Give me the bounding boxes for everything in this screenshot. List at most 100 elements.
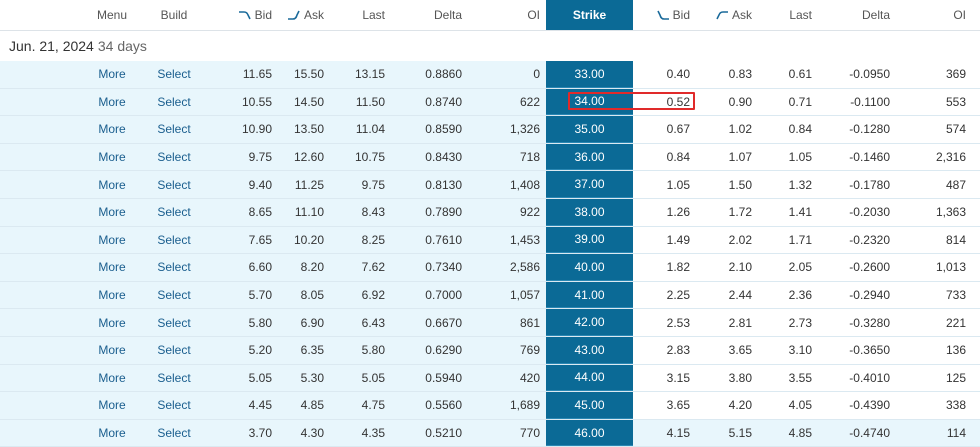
more-link[interactable]: More [90,365,134,392]
expiry-row[interactable]: Jun. 21, 2024 34 days [0,31,980,61]
select-link[interactable]: Select [152,89,196,116]
select-link[interactable]: Select [152,171,196,198]
select-link[interactable]: Select [152,309,196,336]
more-link[interactable]: More [90,420,134,447]
more-link[interactable]: More [90,309,134,336]
put-ask[interactable]: 4.20 [702,392,752,419]
put-ask[interactable]: 3.65 [702,337,752,364]
header-call-last[interactable]: Last [340,0,385,30]
put-ask[interactable]: 0.83 [702,61,752,88]
strike-price[interactable]: 33.00 [546,61,633,88]
put-ask[interactable]: 1.50 [702,171,752,198]
call-ask[interactable]: 8.05 [278,282,324,309]
put-ask[interactable]: 5.15 [702,420,752,447]
call-bid[interactable]: 8.65 [216,199,272,226]
table-row[interactable]: More Select 5.70 8.05 6.92 0.7000 1,057 41.00 2.… [0,281,980,310]
select-link[interactable]: Select [152,61,196,88]
put-ask[interactable]: 0.90 [702,89,752,116]
header-menu[interactable]: Menu [90,0,134,30]
select-link[interactable]: Select [152,365,196,392]
header-put-oi[interactable]: OI [920,0,966,30]
call-ask[interactable]: 6.35 [278,337,324,364]
more-link[interactable]: More [90,199,134,226]
put-bid[interactable]: 4.15 [640,420,690,447]
header-put-ask[interactable]: Ask [702,0,752,30]
strike-price[interactable]: 45.00 [546,392,633,419]
table-row[interactable]: More Select 3.70 4.30 4.35 0.5210 770 46.00 4.15… [0,419,980,447]
table-row[interactable]: More Select 7.65 10.20 8.25 0.7610 1,453 39.00 1… [0,226,980,255]
table-row[interactable]: More Select 4.45 4.85 4.75 0.5560 1,689 45.00 3.… [0,392,980,420]
call-ask[interactable]: 15.50 [278,61,324,88]
call-bid[interactable]: 11.65 [216,61,272,88]
call-ask[interactable]: 6.90 [278,309,324,336]
put-bid[interactable]: 2.83 [640,337,690,364]
call-bid[interactable]: 4.45 [216,392,272,419]
put-bid[interactable]: 1.26 [640,199,690,226]
call-ask[interactable]: 8.20 [278,254,324,281]
call-bid[interactable]: 9.40 [216,171,272,198]
put-bid[interactable]: 3.15 [640,365,690,392]
put-ask[interactable]: 2.81 [702,309,752,336]
table-row[interactable]: More Select 8.65 11.10 8.43 0.7890 922 38.00 1.2… [0,199,980,227]
select-link[interactable]: Select [152,227,196,254]
header-call-bid[interactable]: Bid [216,0,272,30]
table-row[interactable]: More Select 10.55 14.50 11.50 0.8740 622 34.00 0… [0,88,980,117]
strike-price[interactable]: 40.00 [546,254,633,281]
strike-price[interactable]: 39.00 [546,226,633,254]
more-link[interactable]: More [90,116,134,143]
table-row[interactable]: More Select 10.90 13.50 11.04 0.8590 1,326 35.0… [0,116,980,144]
table-row[interactable]: More Select 5.05 5.30 5.05 0.5940 420 44.00 3.15… [0,364,980,393]
call-ask[interactable]: 11.10 [278,199,324,226]
more-link[interactable]: More [90,144,134,171]
table-row[interactable]: More Select 5.20 6.35 5.80 0.6290 769 43.00 2.83… [0,337,980,365]
strike-price[interactable]: 38.00 [546,199,633,226]
select-link[interactable]: Select [152,199,196,226]
table-row[interactable]: More Select 6.60 8.20 7.62 0.7340 2,586 40.00 1.… [0,254,980,282]
put-bid[interactable]: 3.65 [640,392,690,419]
call-bid[interactable]: 7.65 [216,227,272,254]
put-bid[interactable]: 1.82 [640,254,690,281]
select-link[interactable]: Select [152,282,196,309]
call-ask[interactable]: 13.50 [278,116,324,143]
more-link[interactable]: More [90,89,134,116]
header-call-delta[interactable]: Delta [410,0,462,30]
put-ask[interactable]: 1.07 [702,144,752,171]
header-put-bid[interactable]: Bid [640,0,690,30]
header-put-delta[interactable]: Delta [830,0,890,30]
strike-price[interactable]: 42.00 [546,309,633,336]
strike-price[interactable]: 43.00 [546,337,633,364]
header-call-oi[interactable]: OI [500,0,540,30]
select-link[interactable]: Select [152,337,196,364]
put-bid[interactable]: 1.05 [640,171,690,198]
call-ask[interactable]: 4.85 [278,392,324,419]
put-ask[interactable]: 1.72 [702,199,752,226]
strike-price[interactable]: 35.00 [546,116,633,143]
more-link[interactable]: More [90,337,134,364]
put-ask[interactable]: 2.10 [702,254,752,281]
call-ask[interactable]: 4.30 [278,420,324,447]
strike-price[interactable]: 44.00 [546,364,633,392]
put-bid[interactable]: 1.49 [640,227,690,254]
select-link[interactable]: Select [152,254,196,281]
header-build[interactable]: Build [152,0,196,30]
select-link[interactable]: Select [152,392,196,419]
strike-price[interactable]: 46.00 [546,419,633,447]
strike-price[interactable]: 36.00 [546,143,633,171]
call-bid[interactable]: 5.20 [216,337,272,364]
call-bid[interactable]: 5.80 [216,309,272,336]
table-row[interactable]: More Select 9.75 12.60 10.75 0.8430 718 36.00 0.… [0,143,980,172]
put-bid[interactable]: 0.67 [640,116,690,143]
call-bid[interactable]: 3.70 [216,420,272,447]
table-row[interactable]: More Select 9.40 11.25 9.75 0.8130 1,408 37.00 1… [0,171,980,199]
put-bid[interactable]: 0.40 [640,61,690,88]
call-bid[interactable]: 10.55 [216,89,272,116]
table-row[interactable]: More Select 5.80 6.90 6.43 0.6670 861 42.00 2.53… [0,309,980,337]
call-ask[interactable]: 11.25 [278,171,324,198]
select-link[interactable]: Select [152,116,196,143]
call-bid[interactable]: 5.70 [216,282,272,309]
header-call-ask[interactable]: Ask [278,0,324,30]
select-link[interactable]: Select [152,144,196,171]
table-row[interactable]: More Select 11.65 15.50 13.15 0.8860 0 33.00 0.4… [0,61,980,89]
put-bid[interactable]: 2.53 [640,309,690,336]
call-bid[interactable]: 5.05 [216,365,272,392]
